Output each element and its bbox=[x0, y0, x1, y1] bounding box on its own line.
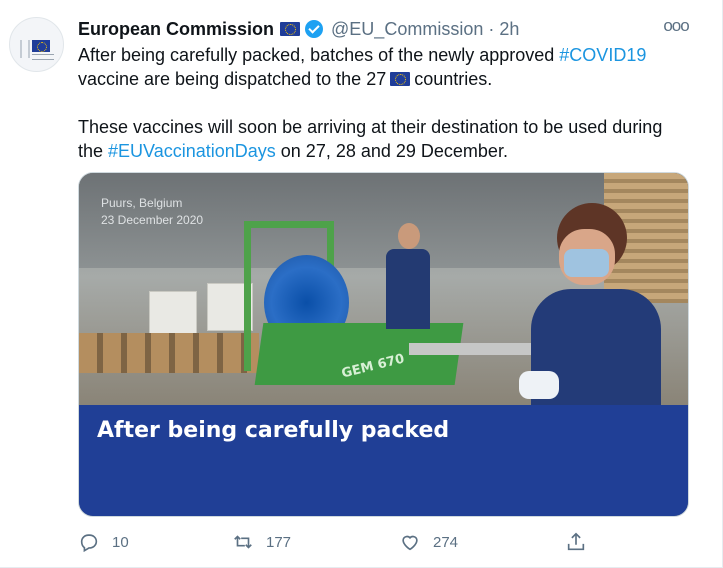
more-options-icon[interactable]: ooo bbox=[660, 16, 692, 40]
tweet-actions: 10 177 274 bbox=[78, 530, 688, 554]
video-banner: After being carefully packed bbox=[79, 405, 688, 516]
verified-badge-icon bbox=[305, 20, 324, 38]
wooden-pallet bbox=[79, 333, 259, 373]
retweet-icon bbox=[234, 535, 252, 549]
tweet-text-line-3: These vaccines will soon be arriving at … bbox=[78, 117, 663, 137]
retweet-button[interactable]: 177 bbox=[232, 530, 291, 554]
eu-flag-icon bbox=[32, 40, 50, 52]
video-player[interactable]: GEM 670 Puurs, Belgium 23 December 2020 … bbox=[78, 172, 689, 517]
logo-text-lines bbox=[32, 54, 54, 60]
separator-dot: · bbox=[488, 18, 495, 39]
worker-foreground bbox=[519, 203, 679, 405]
hashtag-covid19[interactable]: #COVID19 bbox=[559, 45, 646, 65]
reply-count: 10 bbox=[112, 533, 129, 551]
heart-icon bbox=[402, 535, 418, 551]
author-handle[interactable]: @EU_Commission bbox=[331, 19, 483, 40]
eu-flag-icon bbox=[280, 22, 301, 36]
tweet-text-line-2: vaccine are being dispatched to the 27 co… bbox=[78, 67, 492, 91]
video-frame: GEM 670 Puurs, Belgium 23 December 2020 bbox=[79, 173, 688, 405]
tweet-text-line-1: After being carefully packed, batches of… bbox=[78, 43, 646, 67]
avatar[interactable] bbox=[9, 17, 64, 72]
banner-text: After being carefully packed bbox=[97, 418, 450, 443]
worker-body bbox=[386, 249, 430, 329]
packed-boxes bbox=[149, 281, 259, 341]
tweet-text-segment: After being carefully packed, batches of… bbox=[78, 45, 560, 65]
tweet-text-segment: the bbox=[78, 141, 109, 161]
share-icon bbox=[567, 532, 585, 551]
like-count: 274 bbox=[433, 533, 459, 551]
video-caption: Puurs, Belgium 23 December 2020 bbox=[101, 195, 203, 229]
eu-flag-icon bbox=[390, 72, 411, 86]
author-name[interactable]: European Commission bbox=[78, 19, 274, 40]
tweet-header: European Commission @EU_Commission · 2h bbox=[78, 18, 519, 40]
retweet-count: 177 bbox=[266, 533, 292, 551]
face-mask bbox=[564, 249, 609, 277]
worker-head bbox=[398, 223, 420, 249]
tweet-text-segment: countries. bbox=[414, 69, 493, 89]
tweet-text-line-4: the #EUVaccinationDays on 27, 28 and 29 … bbox=[78, 139, 508, 163]
tweet-card[interactable]: European Commission @EU_Commission · 2h … bbox=[0, 0, 723, 568]
box bbox=[149, 291, 197, 335]
logo-building-icon bbox=[20, 40, 30, 58]
caption-location: Puurs, Belgium bbox=[101, 196, 183, 210]
like-button[interactable]: 274 bbox=[399, 530, 458, 554]
caption-date: 23 December 2020 bbox=[101, 213, 204, 227]
reply-icon bbox=[80, 534, 98, 553]
reply-button[interactable]: 10 bbox=[78, 530, 129, 554]
tweet-text-segment: vaccine are being dispatched to the 27 bbox=[78, 69, 387, 89]
hashtag-euvaccinationdays[interactable]: #EUVaccinationDays bbox=[108, 141, 276, 161]
tweet-time[interactable]: 2h bbox=[499, 19, 519, 40]
glove bbox=[519, 371, 559, 399]
share-button[interactable] bbox=[565, 530, 587, 554]
tweet-text-segment: on 27, 28 and 29 December. bbox=[275, 141, 508, 161]
worker-background bbox=[384, 223, 432, 333]
